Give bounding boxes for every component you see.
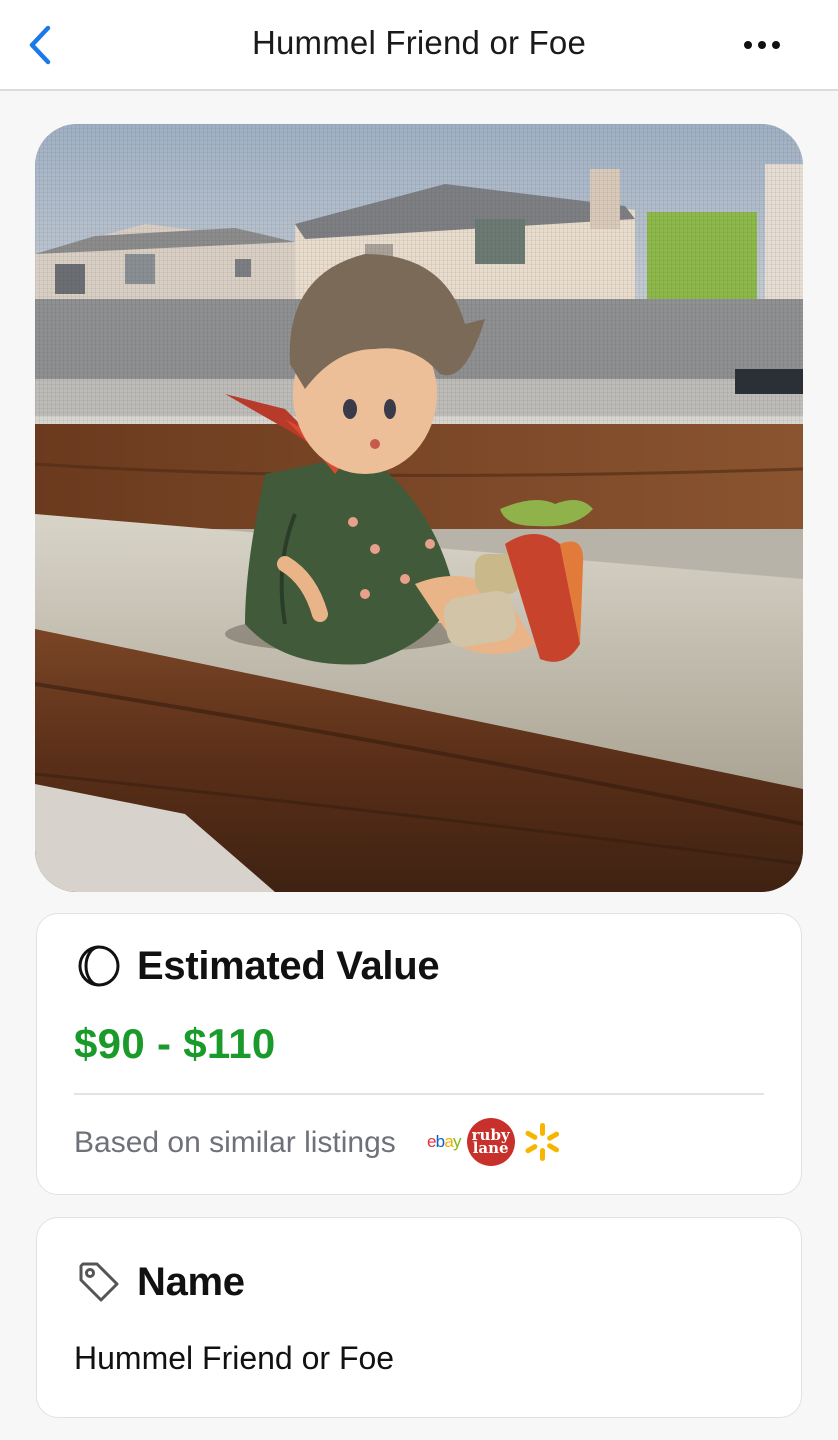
page-title: Hummel Friend or Foe (251, 24, 587, 61)
back-button[interactable] (18, 22, 62, 68)
moon-icon (75, 942, 123, 990)
item-name-value: Hummel Friend or Foe (74, 1340, 395, 1376)
item-photo[interactable] (35, 124, 803, 892)
estimated-value-header: Estimated Value (75, 942, 440, 990)
walmart-spark-icon (521, 1121, 563, 1163)
estimated-value-title: Estimated Value (137, 943, 440, 988)
estimated-price: $90 - $110 (74, 1020, 276, 1067)
name-card: Name Hummel Friend or Foe (36, 1217, 802, 1418)
name-header: Name (75, 1258, 245, 1306)
more-options-button[interactable] (732, 28, 792, 62)
ebay-logo: ebay (427, 1132, 461, 1151)
name-title: Name (137, 1259, 245, 1304)
divider (74, 1093, 764, 1095)
estimated-value-card: Estimated Value $90 - $110 Based on simi… (36, 913, 802, 1195)
tag-icon (75, 1258, 123, 1306)
ellipsis-icon (744, 41, 780, 49)
ruby-lane-logo-line2: lane (472, 1139, 509, 1157)
listing-sources: ebay ruby lane (427, 1118, 563, 1166)
navigation-bar: Hummel Friend or Foe (0, 0, 838, 91)
chevron-left-icon (29, 25, 51, 65)
figurine-photo-illustration (35, 124, 803, 892)
ruby-lane-logo: ruby lane (466, 1118, 515, 1166)
based-on-listings-text: Based on similar listings (74, 1126, 396, 1159)
